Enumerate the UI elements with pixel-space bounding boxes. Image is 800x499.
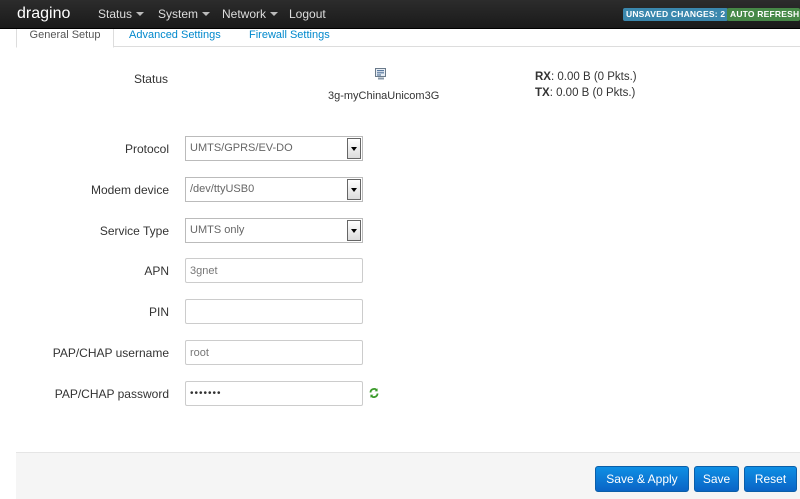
apn-label: APN [144,264,169,278]
top-navbar: dragino Status System Network Logout UNS… [0,0,800,29]
rx-value: : 0.00 B (0 Pkts.) [550,71,637,83]
password-label: PAP/CHAP password [54,387,169,401]
nav-network-menu[interactable]: Network [222,7,279,21]
service-type-label: Service Type [99,224,169,238]
dropdown-arrow-icon [347,179,361,200]
chevron-down-icon [202,12,211,16]
rx-label: RX [535,71,551,83]
pin-input[interactable] [185,299,363,324]
auto-refresh-badge[interactable]: AUTO REFRESH ON [727,8,800,21]
reset-button[interactable]: Reset [744,466,797,492]
tab-general-setup[interactable]: General Setup [16,29,114,48]
save-button[interactable]: Save [694,466,739,492]
nav-logout-link[interactable]: Logout [289,7,326,21]
nav-system-label: System [158,7,199,21]
tx-value: : 0.00 B (0 Pkts.) [549,87,636,99]
nav-system-menu[interactable]: System [158,7,211,21]
chevron-down-icon [136,12,145,16]
reveal-password-icon[interactable] [368,387,380,399]
chevron-down-icon [270,12,279,16]
tx-stat: TX: 0.00 B (0 Pkts.) [535,87,635,99]
tx-label: TX [535,87,550,99]
unsaved-changes-badge[interactable]: UNSAVED CHANGES: 2 [623,8,729,21]
username-label: PAP/CHAP username [52,346,169,360]
network-device-icon [375,68,387,80]
dropdown-arrow-icon [347,220,361,241]
modem-device-label: Modem device [90,183,169,197]
tab-advanced-settings[interactable]: Advanced Settings [129,29,221,47]
username-input[interactable] [185,340,363,365]
protocol-label: Protocol [124,142,169,156]
password-input[interactable] [185,381,363,406]
nav-status-label: Status [98,7,133,21]
pin-label: PIN [148,305,169,319]
brand-logo[interactable]: dragino [17,5,70,23]
modem-device-select[interactable]: /dev/ttyUSB0 [185,177,363,202]
dropdown-arrow-icon [347,138,361,159]
rx-stat: RX: 0.00 B (0 Pkts.) [535,71,637,83]
service-type-select[interactable]: UMTS only [185,218,363,243]
tab-firewall-settings[interactable]: Firewall Settings [249,29,330,47]
service-type-value: UMTS only [190,224,245,236]
modem-device-value: /dev/ttyUSB0 [190,183,255,195]
protocol-value: UMTS/GPRS/EV-DO [190,142,293,154]
save-apply-button[interactable]: Save & Apply [595,466,689,492]
device-name: 3g-myChinaUnicom3G [328,90,440,102]
protocol-select[interactable]: UMTS/GPRS/EV-DO [185,136,363,161]
interface-tabs: General Setup Advanced Settings Firewall… [16,29,800,48]
apn-input[interactable] [185,258,363,283]
nav-network-label: Network [222,7,267,21]
status-label: Status [133,72,168,86]
nav-status-menu[interactable]: Status [98,7,145,21]
